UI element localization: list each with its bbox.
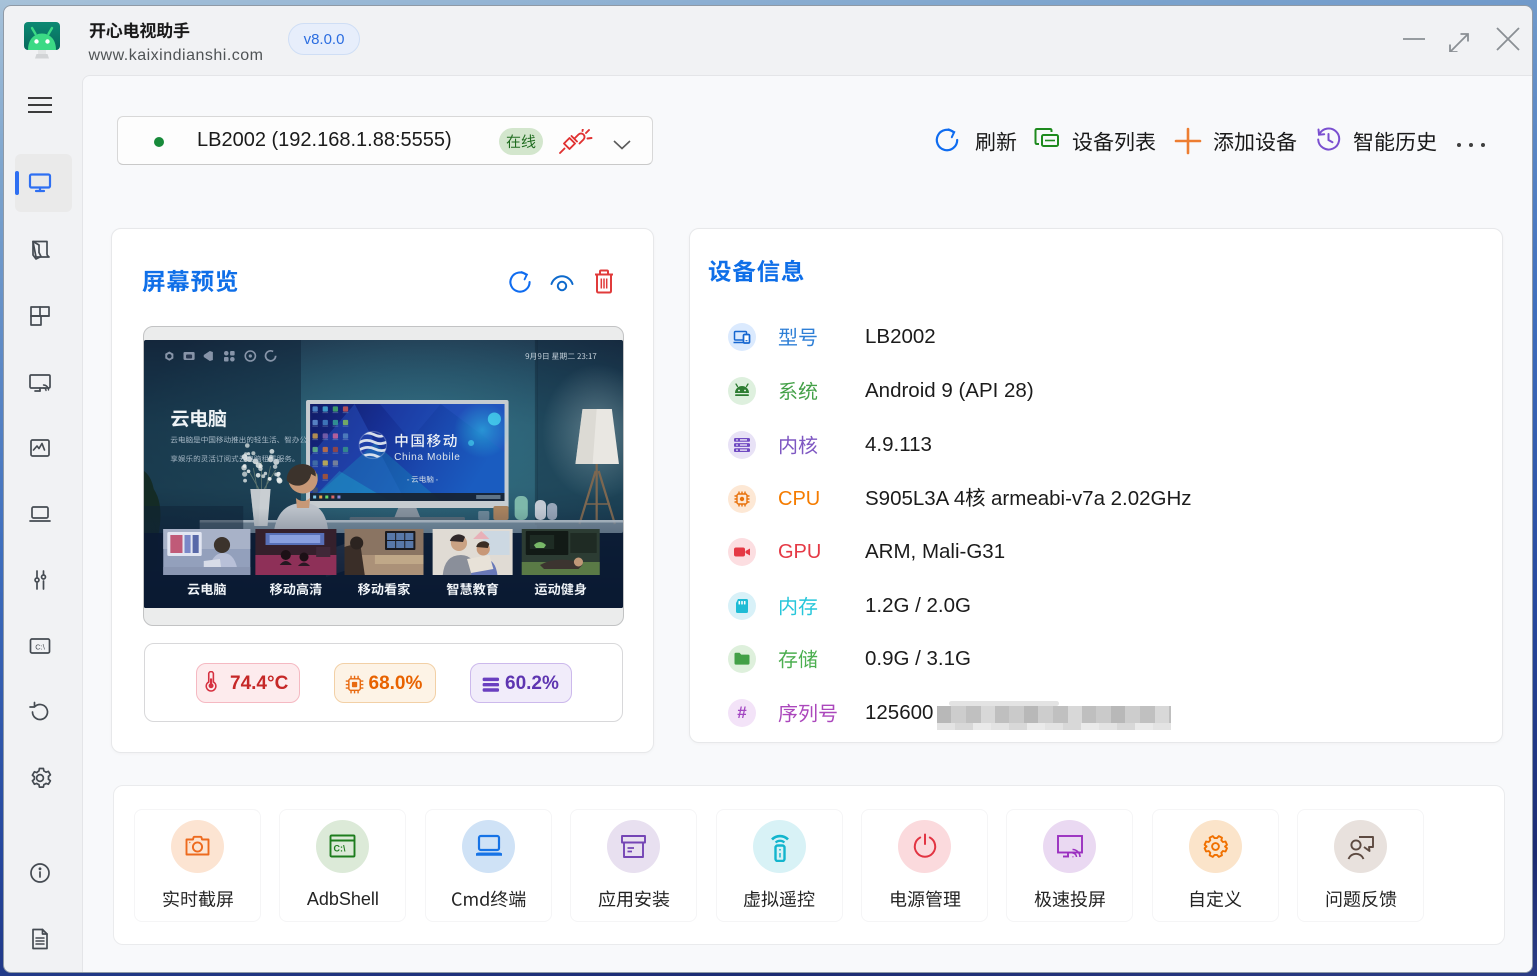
svg-text:C:\: C:\ [35,643,46,652]
svg-text:C:\: C:\ [334,844,346,854]
